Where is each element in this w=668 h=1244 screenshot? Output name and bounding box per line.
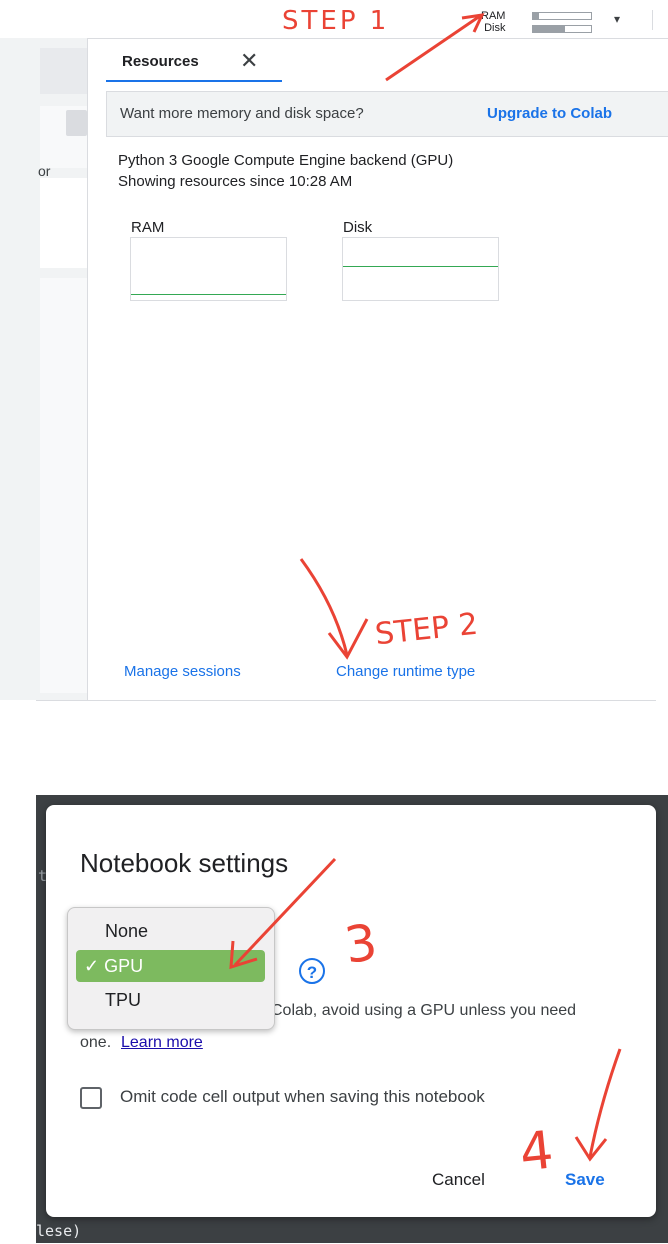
disk-meter-fill [533, 26, 565, 32]
upgrade-banner-text: Want more memory and disk space? [120, 105, 364, 122]
toolbar-divider [652, 10, 653, 30]
resources-since: Showing resources since 10:28 AM [118, 173, 353, 190]
tab-resources-label: Resources [122, 53, 199, 70]
ram-graph [130, 237, 287, 301]
chevron-down-icon[interactable]: ▾ [614, 12, 620, 26]
panel-bottom-rule [36, 700, 656, 701]
ram-meter [532, 12, 592, 20]
disk-graph-line [343, 266, 498, 267]
ram-graph-label: RAM [131, 219, 165, 236]
sidebar-block [40, 178, 87, 268]
save-button[interactable]: Save [565, 1170, 605, 1190]
step2-annotation: STEP 2 [373, 606, 480, 653]
step3-arrow-icon [229, 857, 337, 970]
sidebar-fragment-text: or [38, 163, 51, 179]
step4-annotation: 4 [516, 1120, 557, 1184]
step1-arrow-icon [385, 13, 485, 82]
omit-output-label: Omit code cell output when saving this n… [120, 1087, 485, 1106]
dropdown-option-tpu[interactable]: TPU [105, 990, 141, 1011]
left-sidebar [0, 38, 87, 700]
dropdown-option-gpu[interactable]: ✓ GPU [84, 956, 143, 977]
dropdown-option-none[interactable]: None [105, 921, 148, 942]
upgrade-link[interactable]: Upgrade to Colab [487, 105, 612, 122]
backend-info: Python 3 Google Compute Engine backend (… [118, 152, 454, 169]
step2-arrow-icon [299, 558, 369, 660]
sidebar-tab[interactable] [66, 110, 87, 136]
panel-divider [87, 38, 88, 700]
background-fragment: lese) [36, 1222, 82, 1240]
disk-graph [342, 237, 499, 301]
ram-meter-fill [533, 13, 539, 19]
change-runtime-type-link[interactable]: Change runtime type [336, 663, 475, 680]
omit-output-checkbox[interactable] [80, 1087, 102, 1109]
sidebar-block [40, 278, 87, 693]
learn-more-link[interactable]: Learn more [121, 1034, 203, 1052]
close-icon[interactable]: ✕ [240, 48, 258, 74]
sidebar-block [40, 48, 87, 94]
gpu-warning-text: Colab, avoid using a GPU unless you need [271, 1002, 577, 1019]
step1-annotation: STEP 1 [282, 6, 390, 36]
manage-sessions-link[interactable]: Manage sessions [124, 663, 241, 680]
gpu-warning-text-end: one. [80, 1034, 112, 1051]
disk-graph-label: Disk [343, 219, 373, 236]
disk-meter [532, 25, 592, 33]
cancel-button[interactable]: Cancel [432, 1170, 485, 1190]
ram-graph-line [131, 294, 286, 295]
step4-arrow-icon [574, 1048, 622, 1162]
